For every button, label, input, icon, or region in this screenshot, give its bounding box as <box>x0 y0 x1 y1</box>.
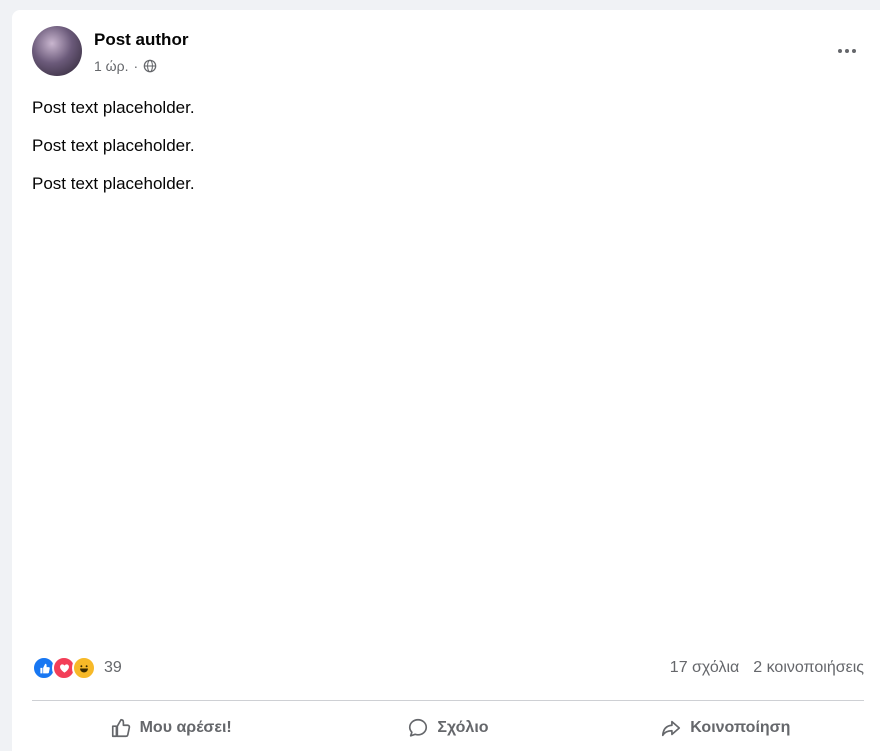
shares-count[interactable]: 2 κοινοποιήσεις <box>753 659 864 677</box>
post-paragraph: Post text placeholder. <box>32 174 195 193</box>
post-header: Post author 1 ώρ. · <box>32 26 860 86</box>
like-label: Μου αρέσει! <box>139 719 232 736</box>
thumbs-up-icon <box>111 718 130 738</box>
reactions-bar: 39 17 σχόλια 2 κοινοποιήσεις <box>32 656 864 680</box>
more-dots-icon <box>838 49 842 53</box>
comments-count[interactable]: 17 σχόλια <box>670 659 739 677</box>
post-meta: 1 ώρ. · <box>94 58 157 74</box>
comment-label: Σχόλιο <box>437 719 489 736</box>
more-options-button[interactable] <box>836 40 858 62</box>
post-body: Post text placeholder. Post text placeho… <box>32 96 862 210</box>
avatar[interactable] <box>32 26 82 76</box>
reaction-summary[interactable] <box>32 656 96 680</box>
post-time[interactable]: 1 ώρ. <box>94 58 128 74</box>
post-paragraph: Post text placeholder. <box>32 136 195 155</box>
author-name[interactable]: Post author <box>94 30 188 50</box>
comment-button[interactable]: Σχόλιο <box>309 706 586 750</box>
engagement-stats: 17 σχόλια 2 κοινοποιήσεις <box>670 659 864 677</box>
actions-divider <box>32 700 864 701</box>
reaction-count[interactable]: 39 <box>104 659 122 677</box>
globe-icon[interactable] <box>143 59 157 73</box>
post-card: Post author 1 ώρ. · Post text placeholde… <box>12 10 880 751</box>
like-button[interactable]: Μου αρέσει! <box>32 706 309 750</box>
share-label: Κοινοποίηση <box>690 719 791 736</box>
post-actions: Μου αρέσει! Σχόλιο Κοινοποίηση <box>32 706 864 750</box>
comment-bubble-icon <box>409 718 428 737</box>
share-button[interactable]: Κοινοποίηση <box>587 706 864 750</box>
post-paragraph: Post text placeholder. <box>32 98 195 117</box>
share-arrow-icon <box>662 720 681 737</box>
haha-reaction-icon <box>72 656 96 680</box>
